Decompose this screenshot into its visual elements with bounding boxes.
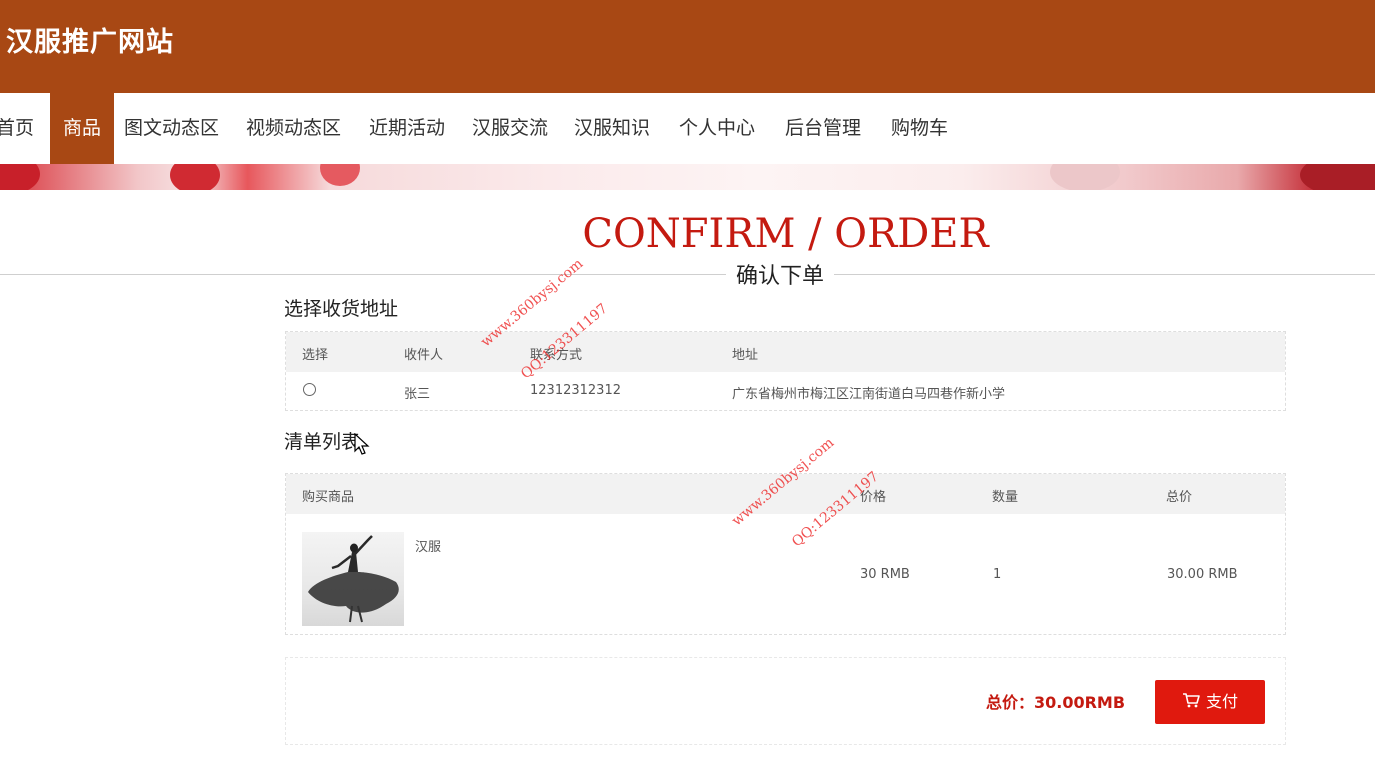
dancer-image-icon [308,535,399,623]
cart-icon [1182,681,1200,725]
page-title-en: CONFIRM / ORDER [582,211,989,257]
radio-unchecked-icon[interactable] [303,383,316,396]
product-qty: 1 [993,567,1002,582]
nav-item-knowledge[interactable]: 汉服知识 [574,93,650,164]
nav-item-video-posts[interactable]: 视频动态区 [246,93,341,164]
header-qty: 数量 [992,490,1019,505]
nav-item-home[interactable]: 首页 [0,93,34,164]
nav-item-admin[interactable]: 后台管理 [785,93,861,164]
banner-image [0,164,1375,190]
product-thumbnail[interactable] [302,532,404,626]
nav-item-profile[interactable]: 个人中心 [679,93,755,164]
header-total: 总价 [1166,490,1193,505]
site-header: 汉服推广网站 [0,0,1375,93]
header-select: 选择 [302,348,329,363]
page-title-cn: 确认下单 [726,258,835,290]
order-summary: 总价：30.00RMB 支付 [285,657,1286,745]
header-product: 购买商品 [302,490,355,505]
address-table-header: 选择 收件人 联系方式 地址 [286,332,1285,372]
nav-item-exchange[interactable]: 汉服交流 [472,93,548,164]
pay-button-label: 支付 [1205,692,1238,711]
items-table: 购买商品 价格 数量 总价 汉服 30 RMB 1 30.00 RMB [285,473,1286,635]
address-table: 选择 收件人 联系方式 地址 张三 12312312312 广东省梅州市梅江区江… [285,331,1286,411]
address-row[interactable]: 张三 12312312312 广东省梅州市梅江区江南街道白马四巷作新小学 [286,372,1285,410]
address-section-title: 选择收货地址 [284,298,399,320]
header-receiver: 收件人 [404,348,444,363]
nav-item-products[interactable]: 商品 [50,93,114,164]
nav-item-image-posts[interactable]: 图文动态区 [124,93,219,164]
main-nav: 首页 商品 图文动态区 视频动态区 近期活动 汉服交流 汉服知识 个人中心 后台… [0,93,1375,164]
pay-button[interactable]: 支付 [1155,680,1265,724]
address-text: 广东省梅州市梅江区江南街道白马四巷作新小学 [732,387,1006,402]
site-title[interactable]: 汉服推广网站 [6,20,174,59]
order-total: 总价：30.00RMB [986,693,1126,712]
item-row: 汉服 30 RMB 1 30.00 RMB [286,514,1285,634]
items-section-title: 清单列表 [284,431,361,453]
mouse-cursor-icon [354,432,370,461]
address-contact: 12312312312 [530,383,621,398]
product-name[interactable]: 汉服 [415,536,441,555]
nav-item-cart[interactable]: 购物车 [891,93,948,164]
product-total: 30.00 RMB [1167,567,1238,582]
title-divider [0,274,1375,275]
product-price: 30 RMB [860,567,910,582]
address-receiver: 张三 [404,387,431,402]
nav-item-events[interactable]: 近期活动 [369,93,445,164]
header-address: 地址 [732,348,759,363]
